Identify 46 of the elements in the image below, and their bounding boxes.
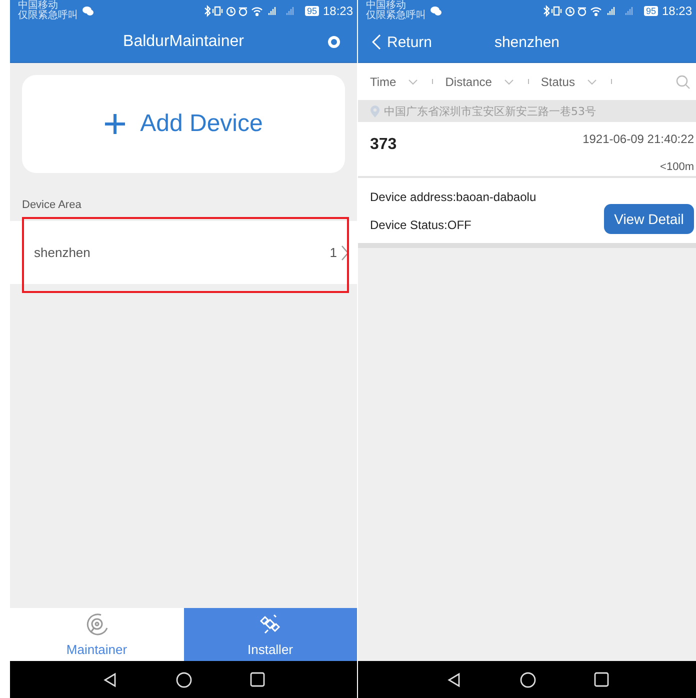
settings-icon[interactable] (327, 35, 341, 49)
battery-level: 95 (644, 6, 658, 16)
device-count: 1 (330, 245, 337, 260)
plus-icon (104, 113, 126, 135)
back-icon[interactable] (446, 672, 462, 688)
section-label: Device Area (21, 198, 82, 213)
clock-time: 18:23 (662, 4, 692, 18)
home-icon[interactable] (520, 672, 536, 688)
carrier-name: 中国移动 (366, 1, 406, 11)
carrier-name: 中国移动 (18, 1, 58, 11)
app-title: BaldurMaintainer (123, 33, 244, 51)
device-distance: <100m (659, 161, 694, 175)
device-time: 1921-06-09 21:40:22 (582, 132, 694, 148)
device-address: Device address:baoan-dabaolu (370, 190, 538, 204)
radar-icon (84, 612, 109, 636)
tab[interactable]: Installer (184, 608, 357, 661)
device-id: 373 (370, 135, 398, 155)
caret-icon (408, 78, 418, 84)
location-pin-icon (370, 104, 380, 118)
area-row[interactable]: shenzhen 1 (10, 221, 357, 284)
clock-time: 18:23 (322, 4, 353, 18)
screen-title: shenzhen (494, 34, 560, 50)
home-icon[interactable] (176, 672, 192, 688)
caret-icon (586, 78, 597, 84)
filter-dropdown[interactable]: Time (370, 74, 418, 88)
chevron-right-icon (341, 244, 349, 260)
recents-icon[interactable] (594, 672, 608, 687)
chat-icon (430, 6, 442, 16)
carrier-note: 仅限紧急呼叫 (18, 11, 78, 21)
filter-dropdown[interactable]: Distance (445, 74, 514, 88)
back-icon[interactable] (102, 672, 118, 688)
filter-dropdown[interactable]: Status (540, 74, 597, 88)
satellite-icon (258, 612, 282, 636)
caret-icon (504, 78, 514, 84)
tab[interactable]: Maintainer (10, 608, 184, 661)
view-detail-button[interactable]: View Detail (604, 204, 694, 234)
battery-level: 95 (304, 6, 319, 16)
add-device-button[interactable]: Add Device (22, 75, 345, 173)
chat-icon (82, 6, 94, 16)
chevron-left-icon (372, 34, 381, 50)
device-status: Device Status:OFF (370, 218, 472, 232)
location-address: 中国广东省深圳市宝安区新安三路一巷53号 (384, 104, 596, 118)
area-name: shenzhen (34, 245, 92, 260)
recents-icon[interactable] (250, 672, 265, 687)
carrier-note: 仅限紧急呼叫 (366, 11, 426, 21)
return-button[interactable]: Return (358, 34, 432, 50)
